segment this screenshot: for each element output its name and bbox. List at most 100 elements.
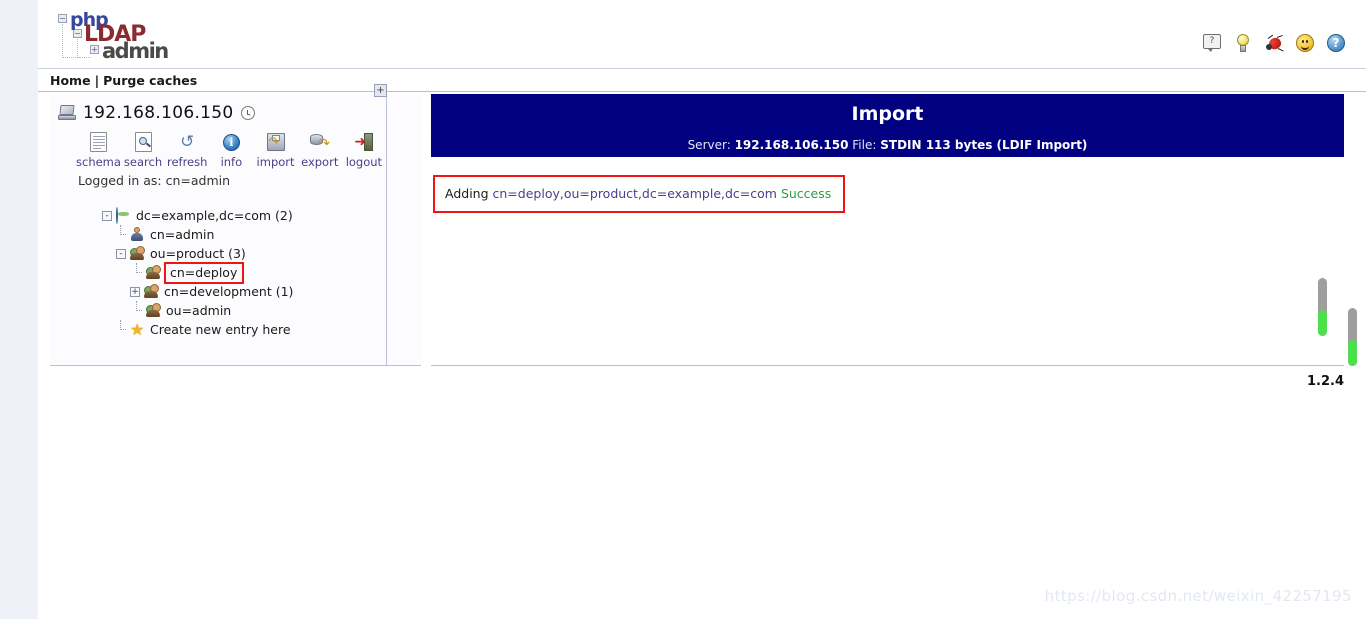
lightbulb-icon[interactable] [1234, 34, 1253, 53]
breadcrumb-purge-caches-link[interactable]: Purge caches [103, 73, 197, 88]
tree-node-cn-admin[interactable]: cn=admin [102, 225, 386, 244]
group-icon [146, 265, 161, 280]
tree-toggle-collapse-icon[interactable]: - [102, 211, 112, 221]
tool-search[interactable]: search [121, 130, 165, 169]
smiley-mouth [1301, 43, 1309, 50]
help-bubble-icon[interactable]: ? [1203, 34, 1222, 53]
body-area: + 192.168.106.150 schema [38, 92, 1366, 372]
tree-node-label[interactable]: cn=admin [150, 226, 214, 243]
panel-expand-button[interactable]: + [374, 84, 387, 97]
schema-doc [90, 132, 107, 152]
tree-node-label[interactable]: dc=example,dc=com (2) [136, 207, 293, 224]
logo-stem [62, 24, 63, 58]
result-dn-label: cn=deploy,ou=product,dc=example,dc=com [493, 186, 777, 201]
tool-logout[interactable]: ➜ logout [342, 130, 386, 169]
status-badge: Success [781, 186, 831, 201]
help-bubble-glyph: ? [1203, 34, 1221, 49]
tree-node-cn-development[interactable]: + cn=development (1) [102, 282, 386, 301]
tool-import[interactable]: ↷ import [253, 130, 297, 169]
logout-door: ➜ [354, 133, 373, 151]
tree-toggle-collapse-icon[interactable]: - [116, 249, 126, 259]
page-sheet: − − + php LDAP admin ? [38, 0, 1366, 619]
import-subtitle: Server: 192.168.106.150 File: STDIN 113 … [431, 134, 1344, 157]
user-icon [130, 227, 145, 242]
tree-node-label[interactable]: ou=admin [166, 302, 231, 319]
import-content-panel: Import Server: 192.168.106.150 File: STD… [431, 94, 1344, 366]
inner-scrollbar[interactable] [1318, 278, 1327, 336]
sidebar-toolbar: schema search ↺ refresh [50, 123, 386, 169]
breadcrumb-home-link[interactable]: Home [50, 73, 91, 88]
bug-leg [1277, 35, 1283, 38]
logo-stem [77, 57, 91, 58]
tree-elbow [116, 320, 126, 339]
tree-elbow [116, 225, 126, 244]
magnifier-handle [146, 143, 151, 148]
tree-node-label[interactable]: cn=development (1) [164, 283, 293, 300]
import-result-box: Adding cn=deploy,ou=product,dc=example,d… [433, 175, 845, 213]
lightbulb-base [1240, 45, 1246, 52]
tool-label: export [298, 156, 342, 169]
computer-icon [58, 105, 76, 121]
tool-label: import [253, 156, 297, 169]
tool-label: logout [342, 156, 386, 169]
tree-node-label[interactable]: cn=deploy [164, 262, 244, 284]
tool-label: refresh [165, 156, 209, 169]
tree-node-cn-deploy[interactable]: cn=deploy [102, 263, 386, 282]
page-title: Import [431, 94, 1344, 134]
tool-export[interactable]: ↷ export [298, 130, 342, 169]
logout-icon: ➜ [342, 130, 386, 154]
star-icon: ★ [130, 322, 145, 337]
bug-icon[interactable] [1265, 34, 1284, 53]
smiley-icon[interactable] [1296, 34, 1315, 53]
question-help-glyph: ? [1327, 34, 1345, 52]
smiley-face [1296, 34, 1314, 52]
floppy-disk: ↷ [267, 133, 285, 151]
tree-node-label[interactable]: Create new entry here [150, 321, 291, 338]
sidebar-gutter [387, 94, 421, 366]
import-icon: ↷ [253, 130, 297, 154]
breadcrumb-bar: Home|Purge caches [38, 68, 1366, 92]
bug-head [1266, 44, 1272, 50]
tool-label: info [209, 156, 253, 169]
tree-node-root[interactable]: - dc=example,dc=com (2) [102, 206, 386, 225]
tree-toggle-expand-icon[interactable]: + [130, 287, 140, 297]
breadcrumb: Home|Purge caches [50, 69, 1366, 92]
tool-label: search [121, 156, 165, 169]
group-icon [144, 284, 159, 299]
sidebar-tree-panel: 192.168.106.150 schema [50, 94, 386, 366]
tool-refresh[interactable]: ↺ refresh [165, 130, 209, 169]
scrollbar-thumb[interactable] [1348, 340, 1357, 366]
masthead: − − + php LDAP admin ? [38, 0, 1366, 68]
search-icon [121, 130, 165, 154]
tree-elbow [132, 301, 142, 320]
tool-info[interactable]: i info [209, 130, 253, 169]
scrollbar-thumb[interactable] [1318, 310, 1327, 336]
info-icon: i [209, 130, 253, 154]
tree-node-create-new-entry[interactable]: ★ Create new entry here [102, 320, 386, 339]
subtitle-file-label: File: [852, 138, 876, 152]
logout-arrow: ➜ [354, 136, 366, 149]
subtitle-server-value: 192.168.106.150 [735, 138, 849, 152]
result-action-label: Adding [445, 186, 489, 201]
export-arrow: ↷ [318, 137, 330, 151]
database-shape: ↷ [310, 133, 329, 151]
tree-node-label[interactable]: ou=product (3) [150, 245, 246, 262]
schema-icon [76, 130, 121, 154]
search-doc [135, 132, 152, 152]
question-help-icon[interactable]: ? [1327, 34, 1346, 53]
logo-collapse-icon: − [58, 14, 67, 23]
clock-icon[interactable] [241, 106, 255, 120]
refresh-icon: ↺ [165, 130, 209, 154]
logo-stem [77, 39, 78, 58]
subtitle-server-label: Server: [688, 138, 731, 152]
tree-node-ou-product[interactable]: - ou=product (3) [102, 244, 386, 263]
page-scrollbar[interactable] [1348, 308, 1357, 366]
bug-leg [1278, 48, 1284, 51]
tool-schema[interactable]: schema [76, 130, 121, 169]
computer-base [58, 115, 76, 120]
export-icon: ↷ [298, 130, 342, 154]
tool-label: schema [76, 156, 121, 169]
version-label: 1.2.4 [1307, 374, 1344, 389]
logged-in-label: Logged in as: cn=admin [50, 169, 386, 188]
tree-node-ou-admin[interactable]: ou=admin [102, 301, 386, 320]
